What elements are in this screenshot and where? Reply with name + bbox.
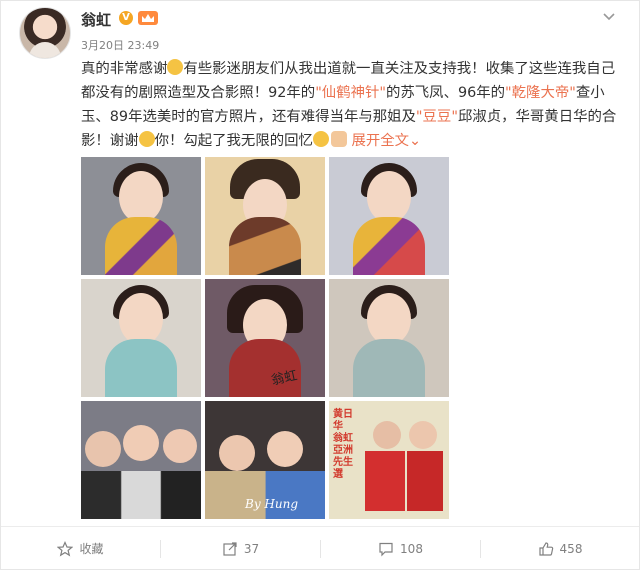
- poster-caption: 黄日华 翁虹 亞洲先生選: [333, 409, 353, 480]
- avatar[interactable]: [19, 7, 71, 59]
- repost-icon: [223, 541, 237, 556]
- photo-thumbnail[interactable]: [81, 157, 201, 275]
- like-icon: [538, 541, 553, 556]
- topic-link[interactable]: "仙鹤神针": [315, 85, 386, 101]
- action-bar: 收藏 37 108 458: [1, 526, 639, 570]
- emoji-icon: [167, 59, 184, 75]
- comment-icon: [379, 542, 393, 556]
- photo-thumbnail[interactable]: 翁虹: [205, 279, 325, 397]
- author-name[interactable]: 翁虹: [81, 9, 111, 30]
- favorite-button[interactable]: 收藏: [1, 527, 160, 570]
- photo-thumbnail[interactable]: [81, 279, 201, 397]
- topic-link[interactable]: "豆豆": [416, 109, 458, 125]
- repost-count: 37: [243, 541, 260, 556]
- weibo-post-card: 翁虹 V 3月20日 23:49 真的非常感谢 有些影迷朋友们从我出道就一直关注及…: [0, 0, 640, 570]
- expand-full-text-link[interactable]: 展开全文⌄: [351, 133, 421, 149]
- comment-button[interactable]: 108: [321, 527, 480, 570]
- repost-button[interactable]: 37: [161, 527, 320, 570]
- emoji-icon: [312, 131, 329, 147]
- post-text: 真的非常感谢 有些影迷朋友们从我出道就一直关注及支持我！收集了这些连我自己都没有的…: [81, 59, 617, 149]
- chevron-down-icon[interactable]: [599, 7, 619, 27]
- photo-thumbnail[interactable]: 黄日华 翁虹 亞洲先生選: [329, 401, 449, 519]
- photo-thumbnail[interactable]: [329, 279, 449, 397]
- photo-thumbnail[interactable]: [205, 157, 325, 275]
- autograph-signature: By Hung: [245, 497, 299, 511]
- photo-thumbnail[interactable]: [329, 157, 449, 275]
- comment-count: 108: [400, 541, 423, 556]
- like-button[interactable]: 458: [481, 527, 639, 570]
- favorite-label: 收藏: [79, 542, 104, 556]
- favorite-icon: [57, 540, 74, 556]
- member-crown-icon[interactable]: [138, 11, 158, 25]
- photo-thumbnail[interactable]: [81, 401, 201, 519]
- like-count: 458: [559, 541, 583, 556]
- emoji-icon: [138, 131, 155, 147]
- verified-badge: V: [119, 11, 133, 25]
- topic-link[interactable]: "乾隆大帝": [505, 85, 576, 101]
- emoji-icon: [330, 131, 347, 147]
- post-timestamp[interactable]: 3月20日 23:49: [81, 37, 159, 53]
- photo-thumbnail[interactable]: By Hung: [205, 401, 325, 519]
